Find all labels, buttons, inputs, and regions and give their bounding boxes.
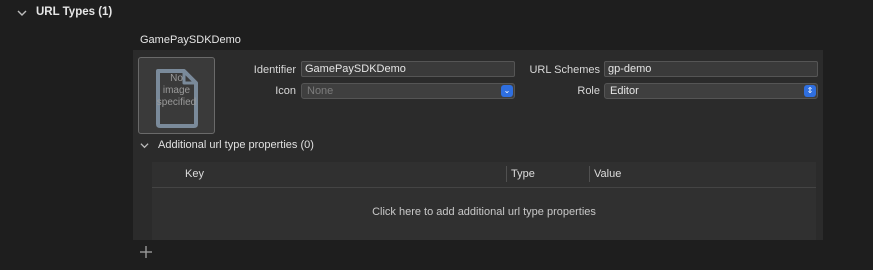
- properties-table: [152, 162, 816, 240]
- no-image-text: No image specified: [138, 73, 215, 109]
- url-type-name: GamePaySDKDemo: [140, 34, 241, 46]
- chevron-down-icon[interactable]: [140, 141, 149, 150]
- icon-popup-value: None: [307, 85, 334, 97]
- no-image-line-2: image: [162, 85, 191, 96]
- column-header-value[interactable]: Value: [594, 168, 621, 180]
- column-header-type[interactable]: Type: [511, 168, 535, 180]
- identifier-label: Identifier: [253, 64, 296, 76]
- url-schemes-label: URL Schemes: [529, 64, 600, 76]
- section-title: URL Types (1): [36, 6, 113, 18]
- plus-icon[interactable]: [139, 245, 153, 259]
- no-image-line-3: specified: [156, 97, 197, 108]
- section-header[interactable]: URL Types (1): [0, 0, 873, 26]
- icon-popup[interactable]: None ⌄: [301, 83, 515, 99]
- identifier-field[interactable]: GamePaySDKDemo: [301, 61, 515, 77]
- role-popup[interactable]: Editor ⇕: [604, 83, 818, 99]
- role-popup-value: Editor: [610, 85, 639, 97]
- icon-label: Icon: [275, 85, 296, 97]
- column-separator: [589, 166, 590, 182]
- url-schemes-field[interactable]: gp-demo: [604, 61, 818, 77]
- add-property-hint[interactable]: Click here to add additional url type pr…: [152, 206, 816, 218]
- additional-properties-title[interactable]: Additional url type properties (0): [158, 139, 314, 151]
- column-header-key[interactable]: Key: [185, 168, 204, 180]
- role-label: Role: [577, 85, 600, 97]
- no-image-line-1: No: [170, 73, 183, 84]
- column-separator: [506, 166, 507, 182]
- table-header-divider: [152, 187, 816, 188]
- popup-arrows-icon[interactable]: ⇕: [804, 85, 816, 97]
- chevron-down-icon[interactable]: [17, 8, 27, 18]
- popup-arrows-icon[interactable]: ⌄: [501, 85, 513, 97]
